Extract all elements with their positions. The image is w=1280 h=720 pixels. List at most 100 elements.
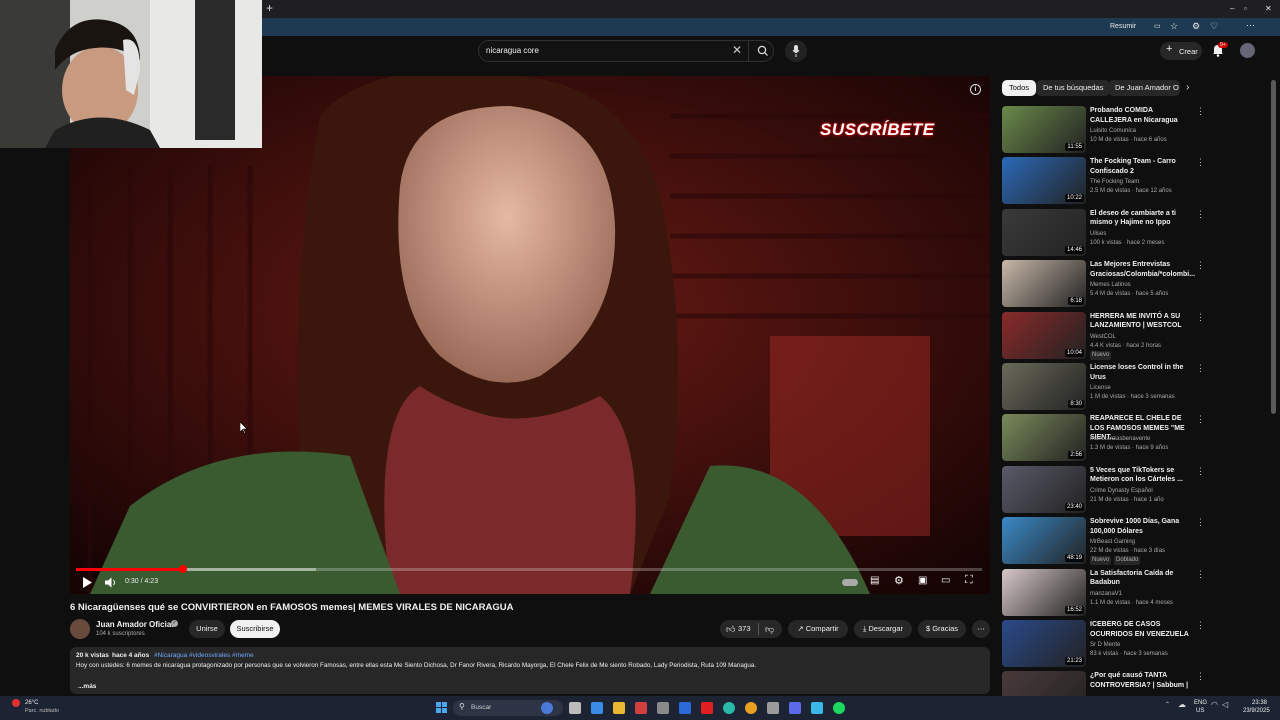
play-icon[interactable] xyxy=(82,577,92,588)
tray-onedrive-icon[interactable]: ☁ xyxy=(1178,700,1186,709)
clock-time[interactable]: 23:38 xyxy=(1252,700,1267,706)
channel-name[interactable]: Juan Amador Oficial xyxy=(96,620,174,629)
rec-item[interactable]: 21:23 ICEBERG DE CASOS OCURRIDOS EN VENEZ… xyxy=(1002,620,1212,669)
info-icon[interactable]: i xyxy=(970,84,981,95)
captions-icon[interactable]: ▤ xyxy=(870,575,879,586)
thumbs-up-icon[interactable]: 👍︎ xyxy=(726,620,735,638)
star-icon[interactable]: ☆ xyxy=(1170,21,1178,32)
favorites-icon[interactable]: ♡ xyxy=(1210,21,1218,32)
taskbar-discord-icon[interactable] xyxy=(789,702,801,714)
taskbar-edge-icon[interactable] xyxy=(723,702,735,714)
rec-menu-icon[interactable]: ⋮ xyxy=(1196,620,1205,631)
taskbar-app-icon[interactable] xyxy=(591,702,603,714)
rec-title[interactable]: License loses Control in the Urus xyxy=(1090,363,1192,382)
page-scrollbar[interactable] xyxy=(1271,80,1276,414)
weather-temp[interactable]: 26°C xyxy=(25,700,38,706)
new-tab-button[interactable]: + xyxy=(266,1,273,15)
rec-item[interactable]: 14:46 El deseo de cambiarte a ti mismo y … xyxy=(1002,208,1212,258)
rec-item[interactable]: 10:22 The Focking Team - Carro Confiscado… xyxy=(1002,157,1212,206)
rec-menu-icon[interactable]: ⋮ xyxy=(1196,517,1205,528)
search-box[interactable]: nicaragua core ✕ xyxy=(478,40,774,62)
rec-menu-icon[interactable]: ⋮ xyxy=(1196,312,1205,323)
taskbar-spotify-icon[interactable] xyxy=(833,702,845,714)
rec-item[interactable]: 23:40 5 Veces que TikTokers se Metieron c… xyxy=(1002,465,1212,515)
rec-menu-icon[interactable]: ⋮ xyxy=(1196,157,1205,168)
rec-thumbnail[interactable]: 2:56 xyxy=(1002,414,1086,462)
rec-item[interactable]: ¿Por qué causó TANTA CONTROVERSIA? | Sab… xyxy=(1002,671,1212,696)
rec-title[interactable]: La Satisfactoria Caída de Badabun xyxy=(1090,569,1192,588)
download-button[interactable]: ⤓ Descargar xyxy=(854,620,912,638)
rec-menu-icon[interactable]: ⋮ xyxy=(1196,569,1205,580)
taskbar-app2-icon[interactable] xyxy=(635,702,647,714)
rec-item[interactable]: 2:56 REAPARECE EL CHELE DE LOS FAMOSOS ME… xyxy=(1002,414,1212,463)
rec-menu-icon[interactable]: ⋮ xyxy=(1196,671,1205,682)
rec-channel[interactable]: Memes Latinos xyxy=(1090,281,1131,290)
more-actions-button[interactable]: ⋯ xyxy=(972,620,990,638)
rec-channel[interactable]: MrBeast Gaming xyxy=(1090,538,1135,547)
rec-channel[interactable]: WestCOL xyxy=(1090,333,1116,342)
rec-channel[interactable]: Ulises xyxy=(1090,230,1106,239)
rec-thumbnail[interactable]: 10:04 xyxy=(1002,311,1086,359)
hashtags[interactable]: #Nicaragua #videosvirales #meme xyxy=(154,652,254,659)
rec-thumbnail[interactable]: 10:22 xyxy=(1002,157,1086,205)
wifi-icon[interactable]: ◠ xyxy=(1211,700,1218,709)
account-avatar[interactable] xyxy=(1240,43,1255,58)
rec-channel[interactable]: Crime Dynasty Español xyxy=(1090,487,1153,496)
rec-title[interactable]: The Focking Team - Carro Confiscado 2 xyxy=(1090,157,1192,176)
rec-item[interactable]: 16:52 La Satisfactoria Caída de Badabun ma… xyxy=(1002,568,1212,618)
menu-icon[interactable]: ⋯ xyxy=(1246,20,1255,31)
rec-item[interactable]: 6:18 Las Mejores Entrevistas Graciosas/Co… xyxy=(1002,260,1212,309)
clock-date[interactable]: 23/9/2025 xyxy=(1243,708,1270,714)
speaker-icon[interactable]: ◁ xyxy=(1222,700,1228,709)
minimize-button[interactable]: – xyxy=(1230,4,1234,13)
weather-desc[interactable]: Parc. nublado xyxy=(25,708,59,714)
taskbar-chrome-icon[interactable] xyxy=(745,702,757,714)
show-more-link[interactable]: ...más xyxy=(78,683,96,690)
thanks-button[interactable]: $ Gracias xyxy=(918,620,966,638)
rec-thumbnail[interactable] xyxy=(1002,671,1086,696)
search-input[interactable]: nicaragua core xyxy=(486,46,539,55)
voice-search-button[interactable] xyxy=(785,40,807,62)
taskbar-task-view-icon[interactable] xyxy=(569,702,581,714)
tray-chevron-icon[interactable]: ⌃ xyxy=(1165,701,1170,708)
chevron-right-icon[interactable]: › xyxy=(1186,82,1189,93)
settings-gear-icon[interactable]: ⚙ xyxy=(894,574,904,587)
rec-item[interactable]: 11:55 Probando COMIDA CALLEJERA en Nicara… xyxy=(1002,106,1212,155)
taskbar-app3-icon[interactable] xyxy=(657,702,669,714)
rec-title[interactable]: Probando COMIDA CALLEJERA en Nicaragua xyxy=(1090,106,1192,125)
like-count[interactable]: 373 xyxy=(738,620,751,638)
taskbar-settings-icon[interactable] xyxy=(767,702,779,714)
search-button[interactable] xyxy=(748,40,777,62)
taskbar-app4-icon[interactable] xyxy=(701,702,713,714)
channel-avatar[interactable] xyxy=(70,619,90,639)
rec-thumbnail[interactable]: 11:55 xyxy=(1002,106,1086,153)
windows-start-icon[interactable] xyxy=(436,702,447,713)
rec-menu-icon[interactable]: ⋮ xyxy=(1196,466,1205,477)
region-label[interactable]: US xyxy=(1196,708,1204,714)
chip-from-channel[interactable]: De Juan Amador O xyxy=(1108,80,1180,96)
join-button[interactable]: Unirse xyxy=(189,620,225,638)
rec-title[interactable]: ¿Por qué causó TANTA CONTROVERSIA? | Sab… xyxy=(1090,671,1192,690)
rec-title[interactable]: HERRERA ME INVITÓ A SU LANZAMIENTO | WES… xyxy=(1090,312,1192,331)
notifications-button[interactable]: 9+ xyxy=(1212,42,1228,62)
theater-mode-icon[interactable]: ▭ xyxy=(941,575,950,586)
rec-thumbnail[interactable]: 16:52 xyxy=(1002,568,1086,616)
close-window-button[interactable]: ✕ xyxy=(1265,4,1272,13)
volume-icon[interactable] xyxy=(105,577,117,588)
rec-title[interactable]: Sobrevive 1000 Días, Gana 100,000 Dólare… xyxy=(1090,517,1192,536)
chip-from-searches[interactable]: De tus búsquedas xyxy=(1036,80,1111,96)
rec-channel[interactable]: License xyxy=(1090,384,1111,393)
rec-channel[interactable]: Luisito Comunica xyxy=(1090,127,1136,136)
create-button[interactable]: + Crear xyxy=(1160,42,1202,60)
rec-item[interactable]: 48:19 Sobrevive 1000 Días, Gana 100,000 D… xyxy=(1002,517,1212,566)
rec-thumbnail[interactable]: 6:18 xyxy=(1002,260,1086,308)
language-label[interactable]: ENG xyxy=(1194,700,1207,706)
miniplayer-icon[interactable]: ▣ xyxy=(918,575,927,586)
rec-menu-icon[interactable]: ⋮ xyxy=(1196,414,1205,425)
autoplay-toggle[interactable] xyxy=(842,579,858,586)
rec-title[interactable]: 5 Veces que TikTokers se Metieron con lo… xyxy=(1090,466,1192,485)
rec-thumbnail[interactable]: 23:40 xyxy=(1002,465,1086,513)
rec-thumbnail[interactable]: 48:19 xyxy=(1002,517,1086,565)
rec-title[interactable]: ICEBERG DE CASOS OCURRIDOS EN VENEZUELA xyxy=(1090,620,1192,639)
taskbar-app5-icon[interactable] xyxy=(811,702,823,714)
